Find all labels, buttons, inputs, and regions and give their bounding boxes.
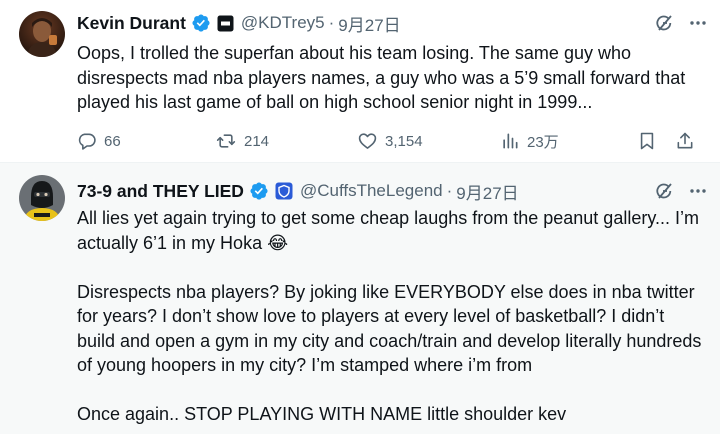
separator-dot: · xyxy=(328,13,335,32)
tweet-cuffs-the-legend[interactable]: 73-9 and THEY LIED @CuffsTheLegend · 9月2… xyxy=(0,162,720,434)
more-icon[interactable] xyxy=(688,181,708,201)
retweet-button[interactable]: 214 xyxy=(215,128,269,154)
separator-dot: · xyxy=(446,181,453,200)
view-count: 23万 xyxy=(527,133,559,151)
bookmark-button[interactable] xyxy=(637,128,657,154)
share-icon xyxy=(677,132,693,149)
tweet-text: Oops, I trolled the superfan about his t… xyxy=(77,41,702,115)
author-name[interactable]: Kevin Durant xyxy=(77,13,186,34)
retweet-count: 214 xyxy=(244,132,270,150)
share-button[interactable] xyxy=(675,128,695,154)
avatar[interactable] xyxy=(19,11,65,57)
bookmark-icon xyxy=(640,132,654,150)
reply-icon xyxy=(78,133,96,150)
author-handle[interactable]: @CuffsTheLegend xyxy=(300,181,443,201)
tweet-header: 73-9 and THEY LIED @CuffsTheLegend · 9月2… xyxy=(77,178,708,204)
reply-count: 66 xyxy=(104,132,121,150)
verified-badge-icon xyxy=(191,13,211,33)
tweet-text: All lies yet again trying to get some ch… xyxy=(77,206,702,427)
tweet-actions: 66 214 3,154 23万 xyxy=(77,128,704,154)
views-button[interactable]: 23万 xyxy=(500,128,559,154)
retweet-icon xyxy=(216,134,236,148)
verified-badge-icon xyxy=(249,181,269,201)
tweet-date[interactable]: 9月27日 xyxy=(456,179,518,204)
author-handle[interactable]: @KDTrey5 xyxy=(241,13,325,33)
affiliate-badge-icon[interactable] xyxy=(217,15,234,32)
more-icon[interactable] xyxy=(688,13,708,33)
grok-icon[interactable] xyxy=(654,13,674,33)
tweet-date[interactable]: 9月27日 xyxy=(338,11,400,36)
tweet-paragraph: Once again.. STOP PLAYING WITH NAME litt… xyxy=(77,404,567,424)
affiliate-badge-icon[interactable] xyxy=(275,182,293,200)
avatar[interactable] xyxy=(19,175,65,221)
like-button[interactable]: 3,154 xyxy=(357,128,423,154)
like-icon xyxy=(358,133,377,149)
tweet-kevin-durant[interactable]: Kevin Durant @KDTrey5 · 9月27日 Oops, I tr… xyxy=(0,0,720,162)
tweet-paragraph: Oops, I trolled the superfan about his t… xyxy=(77,43,686,112)
author-name[interactable]: 73-9 and THEY LIED xyxy=(77,181,244,202)
reply-button[interactable]: 66 xyxy=(77,128,121,154)
tweet-paragraph: All lies yet again trying to get some ch… xyxy=(77,208,699,253)
views-icon xyxy=(503,133,518,149)
grok-icon[interactable] xyxy=(654,181,674,201)
tweet-paragraph: Disrespects nba players? By joking like … xyxy=(77,281,702,376)
like-count: 3,154 xyxy=(385,132,423,150)
tweet-header: Kevin Durant @KDTrey5 · 9月27日 xyxy=(77,10,708,36)
